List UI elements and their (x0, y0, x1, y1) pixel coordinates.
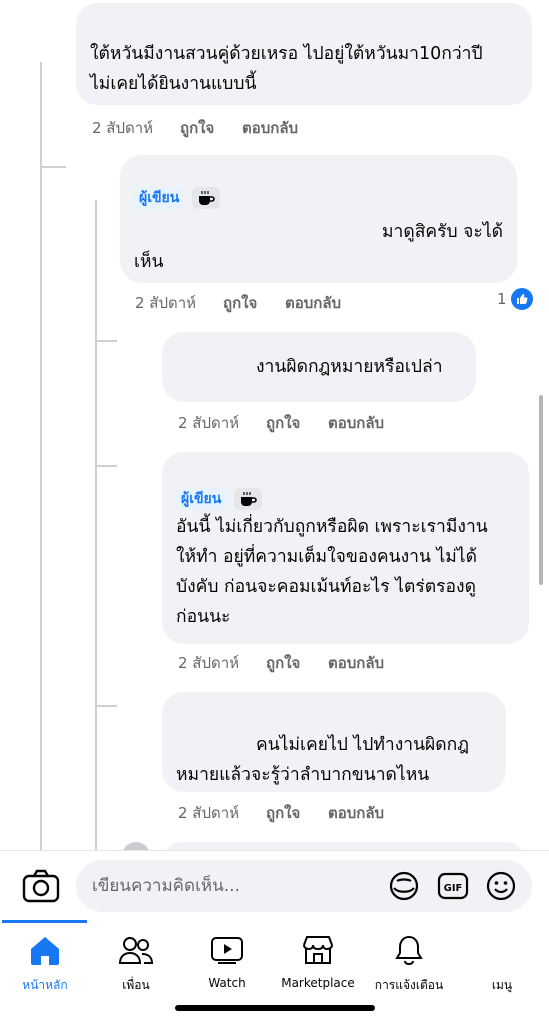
comment-text: ก่อนนะ (176, 607, 231, 627)
svg-text:GIF: GIF (444, 883, 463, 894)
author-row: ผู้เขียน (134, 185, 503, 211)
comment-time: 2 สัปดาห์ (178, 804, 240, 822)
tab-menu[interactable]: เมนู (457, 932, 547, 1002)
tab-label: เพื่อน (122, 978, 150, 992)
bell-icon (394, 932, 424, 968)
tab-label: Marketplace (281, 976, 355, 990)
comment-meta: 2 สัปดาห์ ถูกใจ ตอบกลับ (92, 116, 298, 140)
comment-time: 2 สัปดาห์ (92, 119, 154, 137)
thread-line (95, 340, 117, 342)
comment-text: เห็น (134, 252, 164, 272)
reply-button[interactable]: ตอบกลับ (328, 411, 384, 435)
comment-text: มาดูสิครับ จะได้ (381, 222, 503, 242)
like-button[interactable]: ถูกใจ (266, 411, 328, 435)
like-button[interactable]: ถูกใจ (266, 651, 328, 675)
comment-text: คนไม่เคยไป ไปทำงานผิดกฎ (256, 735, 469, 755)
thread-line (95, 705, 117, 707)
thread-line (95, 465, 117, 467)
bottom-tab-bar: หน้าหลัก เพื่อน Watch Marketplace การแจ้… (0, 920, 549, 1024)
comment-bubble[interactable] (162, 842, 526, 850)
comment-text: ไม่เคยได้ยินงานแบบนี้ (90, 74, 257, 94)
thread-line (40, 166, 66, 168)
tab-marketplace[interactable]: Marketplace (273, 932, 363, 1002)
comment-bubble[interactable]: คนไม่เคยไป ไปทำงานผิดกฎ หมายแล้วจะรู้ว่า… (162, 692, 506, 792)
tab-label: การแจ้งเตือน (374, 978, 444, 992)
comment-bubble[interactable]: ผู้เขียน อันนี้ ไม่เกี่ยวกับถูกหรือผิด เ… (162, 452, 529, 644)
comment-text: บังคับ ก่อนจะคอมเม้นท์อะไร ไตร่ตรองดู (176, 577, 476, 597)
like-button[interactable]: ถูกใจ (180, 116, 242, 140)
coffee-icon (234, 488, 263, 510)
active-tab-indicator (2, 920, 87, 923)
comment-text: อันนี้ ไม่เกี่ยวกับถูกหรือผิด เพราะเรามี… (176, 517, 488, 537)
marketplace-icon (301, 932, 335, 968)
reply-button[interactable]: ตอบกลับ (328, 651, 384, 675)
reply-button[interactable]: ตอบกลับ (328, 801, 384, 825)
comment-composer: GIF (0, 850, 549, 920)
comment-bubble[interactable]: งานผิดกฎหมายหรือเปล่า (162, 332, 476, 402)
author-row: ผู้เขียน (176, 486, 515, 512)
comment-text: ให้ทำ อยู่ที่ความเต็มใจของคนงาน ไม่ได้ (176, 547, 477, 567)
tab-notifications[interactable]: การแจ้งเตือน (364, 932, 454, 1002)
scrollbar[interactable] (539, 395, 543, 585)
tab-label: เมนู (491, 978, 513, 992)
thread-line (40, 62, 42, 850)
comment-time: 2 สัปดาห์ (178, 654, 240, 672)
comment-time: 2 สัปดาห์ (178, 414, 240, 432)
author-badge: ผู้เขียน (176, 488, 227, 510)
comment-bubble[interactable]: ผู้เขียน มาดูสิครับ จะได้ เห็น (120, 155, 517, 283)
comment-text: งานผิดกฎหมายหรือเปล่า (256, 357, 443, 377)
comment-meta: 2 สัปดาห์ ถูกใจ ตอบกลับ (178, 651, 384, 675)
thread-line (95, 200, 97, 850)
comment-text: ใต้หวันมีงานสวนคู่ด้วยเหรอ ไปอยู่ใต้หวัน… (90, 44, 483, 64)
camera-icon[interactable] (22, 869, 60, 903)
tab-home[interactable]: หน้าหลัก (0, 932, 90, 1002)
comment-meta: 2 สัปดาห์ ถูกใจ ตอบกลับ (178, 411, 384, 435)
thumbs-up-icon (510, 288, 533, 310)
sticker-icon[interactable] (388, 870, 420, 902)
tab-watch[interactable]: Watch (182, 932, 272, 1002)
tab-label: หน้าหลัก (22, 978, 68, 992)
avatar[interactable] (122, 842, 150, 850)
comment-time: 2 สัปดาห์ (135, 294, 197, 312)
coffee-icon (192, 187, 221, 209)
home-indicator (175, 1005, 375, 1011)
watch-icon (210, 932, 244, 968)
reaction-count: 1 (497, 290, 507, 308)
composer-box[interactable]: GIF (76, 860, 532, 912)
home-icon (28, 932, 62, 968)
reply-button[interactable]: ตอบกลับ (242, 116, 298, 140)
friends-icon (118, 932, 154, 968)
gif-icon[interactable]: GIF (437, 870, 469, 902)
comment-bubble[interactable]: ใต้หวันมีงานสวนคู่ด้วยเหรอ ไปอยู่ใต้หวัน… (76, 3, 532, 105)
tab-label: Watch (208, 976, 246, 990)
like-button[interactable]: ถูกใจ (223, 291, 285, 315)
reaction-summary[interactable]: 1 (497, 288, 533, 310)
emoji-icon[interactable] (485, 870, 517, 902)
comment-text: หมายแล้วจะรู้ว่าลำบากขนาดไหน (176, 765, 430, 785)
author-badge: ผู้เขียน (134, 187, 185, 209)
comment-meta: 2 สัปดาห์ ถูกใจ ตอบกลับ (135, 291, 341, 315)
menu-icon (487, 932, 517, 968)
tab-friends[interactable]: เพื่อน (91, 932, 181, 1002)
comment-input[interactable] (92, 874, 382, 898)
comment-meta: 2 สัปดาห์ ถูกใจ ตอบกลับ (178, 801, 384, 825)
comment-thread: ใต้หวันมีงานสวนคู่ด้วยเหรอ ไปอยู่ใต้หวัน… (0, 0, 549, 850)
like-button[interactable]: ถูกใจ (266, 801, 328, 825)
reply-button[interactable]: ตอบกลับ (285, 291, 341, 315)
